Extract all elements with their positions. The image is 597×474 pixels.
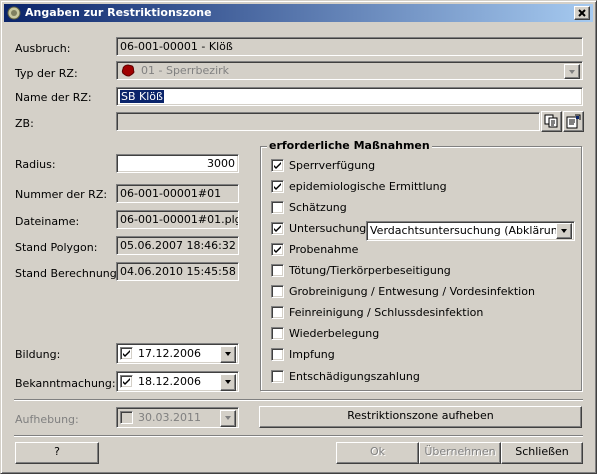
typ-label: Typ der RZ: [15, 67, 78, 80]
dialog-window: Angaben zur Restriktionszone Ausbruch: 0… [0, 0, 597, 474]
checkmark-icon [274, 183, 281, 190]
massnahme-checkbox[interactable] [271, 201, 284, 214]
ausbruch-value: 06-001-00001 - Klöß [120, 40, 233, 53]
massnahme-label[interactable]: epidemiologische Ermittlung [289, 180, 447, 193]
stand-berechnung-field: 04.06.2010 15:45:58 [116, 262, 239, 281]
massnahme-checkbox[interactable] [271, 222, 284, 235]
checkmark-icon [123, 350, 130, 357]
bildung-value: 17.12.2006 [138, 347, 201, 360]
massnahmen-title: erforderliche Maßnahmen [267, 139, 432, 152]
chevron-down-icon [225, 380, 231, 384]
properties-icon [566, 114, 581, 129]
radius-input[interactable]: 3000 [116, 154, 239, 173]
massnahme-label[interactable]: Wiederbelegung [289, 327, 379, 340]
massnahme-label[interactable]: Feinreinigung / Schlussdesinfektion [289, 306, 483, 319]
zb-field [116, 112, 540, 131]
stand-berechnung-label: Stand Berechnung: [15, 267, 121, 280]
separator-bottom [14, 435, 583, 437]
untersuchung-select[interactable]: Verdachtsuntersuchung (Abklärung) [366, 221, 575, 241]
window-title: Angaben zur Restriktionszone [25, 6, 212, 19]
chevron-down-icon [225, 352, 231, 356]
restriktionszone-aufheben-button[interactable]: Restriktionszone aufheben [259, 406, 582, 428]
typ-dropdown-button[interactable] [564, 64, 580, 79]
close-icon [578, 9, 586, 17]
aufhebung-value: 30.03.2011 [138, 411, 201, 424]
massnahme-checkbox[interactable] [271, 348, 284, 361]
untersuchung-dropdown-button[interactable] [556, 223, 572, 239]
massnahme-checkbox[interactable] [271, 264, 284, 277]
chevron-down-icon [561, 229, 567, 233]
zb-copy-button[interactable] [541, 111, 562, 132]
checkmark-icon [274, 246, 281, 253]
checkmark-icon [123, 378, 130, 385]
nummer-value: 06-001-00001#01 [120, 187, 222, 200]
untersuchung-value: Verdachtsuntersuchung (Abklärung) [370, 224, 569, 237]
stand-berechnung-value: 04.06.2010 15:45:58 [120, 265, 236, 278]
zb-label: ZB: [15, 117, 34, 130]
ok-button[interactable]: Ok [336, 442, 419, 464]
stand-polygon-value: 05.06.2007 18:46:32 [120, 239, 236, 252]
zb-properties-button[interactable] [563, 111, 584, 132]
ausbruch-label: Ausbruch: [15, 42, 71, 55]
bildung-checkbox[interactable] [120, 347, 133, 360]
massnahme-label[interactable]: Impfung [289, 348, 335, 361]
bekanntmachung-label: Bekanntmachung: [15, 377, 116, 390]
bildung-dropdown-button[interactable] [220, 346, 236, 363]
massnahme-label[interactable]: Sperrverfügung [289, 159, 375, 172]
dateiname-value: 06-001-00001#01.plg [120, 213, 239, 226]
name-value: SB Klöß [120, 90, 164, 103]
name-label: Name der RZ: [15, 91, 92, 104]
bildung-datepicker[interactable]: 17.12.2006 [116, 343, 239, 364]
red-blob-icon [121, 64, 135, 77]
bekanntmachung-value: 18.12.2006 [138, 375, 201, 388]
ausbruch-field: 06-001-00001 - Klöß [116, 37, 583, 56]
bekanntmachung-datepicker[interactable]: 18.12.2006 [116, 371, 239, 392]
app-icon [7, 6, 21, 20]
massnahme-checkbox[interactable] [271, 327, 284, 340]
dateiname-field: 06-001-00001#01.plg [116, 210, 239, 229]
typ-select[interactable]: 01 - Sperrbezirk [116, 61, 583, 80]
aufhebung-dropdown-button[interactable] [220, 410, 236, 427]
aufhebung-checkbox[interactable] [120, 411, 133, 424]
bildung-label: Bildung: [15, 348, 61, 361]
help-button[interactable]: ? [15, 442, 99, 464]
massnahme-checkbox[interactable] [271, 306, 284, 319]
close-button[interactable] [574, 6, 590, 20]
checkmark-icon [274, 225, 281, 232]
typ-value: 01 - Sperrbezirk [141, 64, 230, 77]
chevron-down-icon [225, 416, 231, 420]
nummer-field: 06-001-00001#01 [116, 184, 239, 203]
massnahme-label[interactable]: Probenahme [289, 243, 358, 256]
massnahme-checkbox[interactable] [271, 285, 284, 298]
massnahme-label[interactable]: Untersuchung: [289, 222, 370, 235]
stand-polygon-label: Stand Polygon: [15, 241, 98, 254]
separator-top [14, 399, 583, 401]
stand-polygon-field: 05.06.2007 18:46:32 [116, 236, 239, 255]
massnahme-label[interactable]: Schätzung [289, 201, 347, 214]
nummer-label: Nummer der RZ: [15, 188, 108, 201]
massnahme-checkbox[interactable] [271, 180, 284, 193]
chevron-down-icon [569, 70, 575, 74]
radius-label: Radius: [15, 158, 56, 171]
name-input[interactable]: SB Klöß [116, 87, 583, 106]
massnahme-label[interactable]: Entschädigungszahlung [289, 370, 420, 383]
aufhebung-datepicker[interactable]: 30.03.2011 [116, 407, 239, 428]
uebernehmen-button[interactable]: Übernehmen [419, 442, 501, 464]
aufhebung-label: Aufhebung: [15, 413, 79, 426]
massnahme-label[interactable]: Grobreinigung / Entwesung / Vordesinfekt… [289, 285, 535, 298]
massnahme-label[interactable]: Tötung/Tierkörperbeseitigung [289, 264, 451, 277]
copy-icon [544, 114, 558, 128]
bekanntmachung-dropdown-button[interactable] [220, 374, 236, 391]
bekanntmachung-checkbox[interactable] [120, 375, 133, 388]
massnahme-checkbox[interactable] [271, 370, 284, 383]
dateiname-label: Dateiname: [15, 215, 80, 228]
radius-value: 3000 [207, 157, 235, 170]
title-bar[interactable]: Angaben zur Restriktionszone [4, 4, 593, 22]
massnahme-checkbox[interactable] [271, 159, 284, 172]
massnahme-checkbox[interactable] [271, 243, 284, 256]
schliessen-button[interactable]: Schließen [501, 442, 583, 464]
checkmark-icon [274, 162, 281, 169]
